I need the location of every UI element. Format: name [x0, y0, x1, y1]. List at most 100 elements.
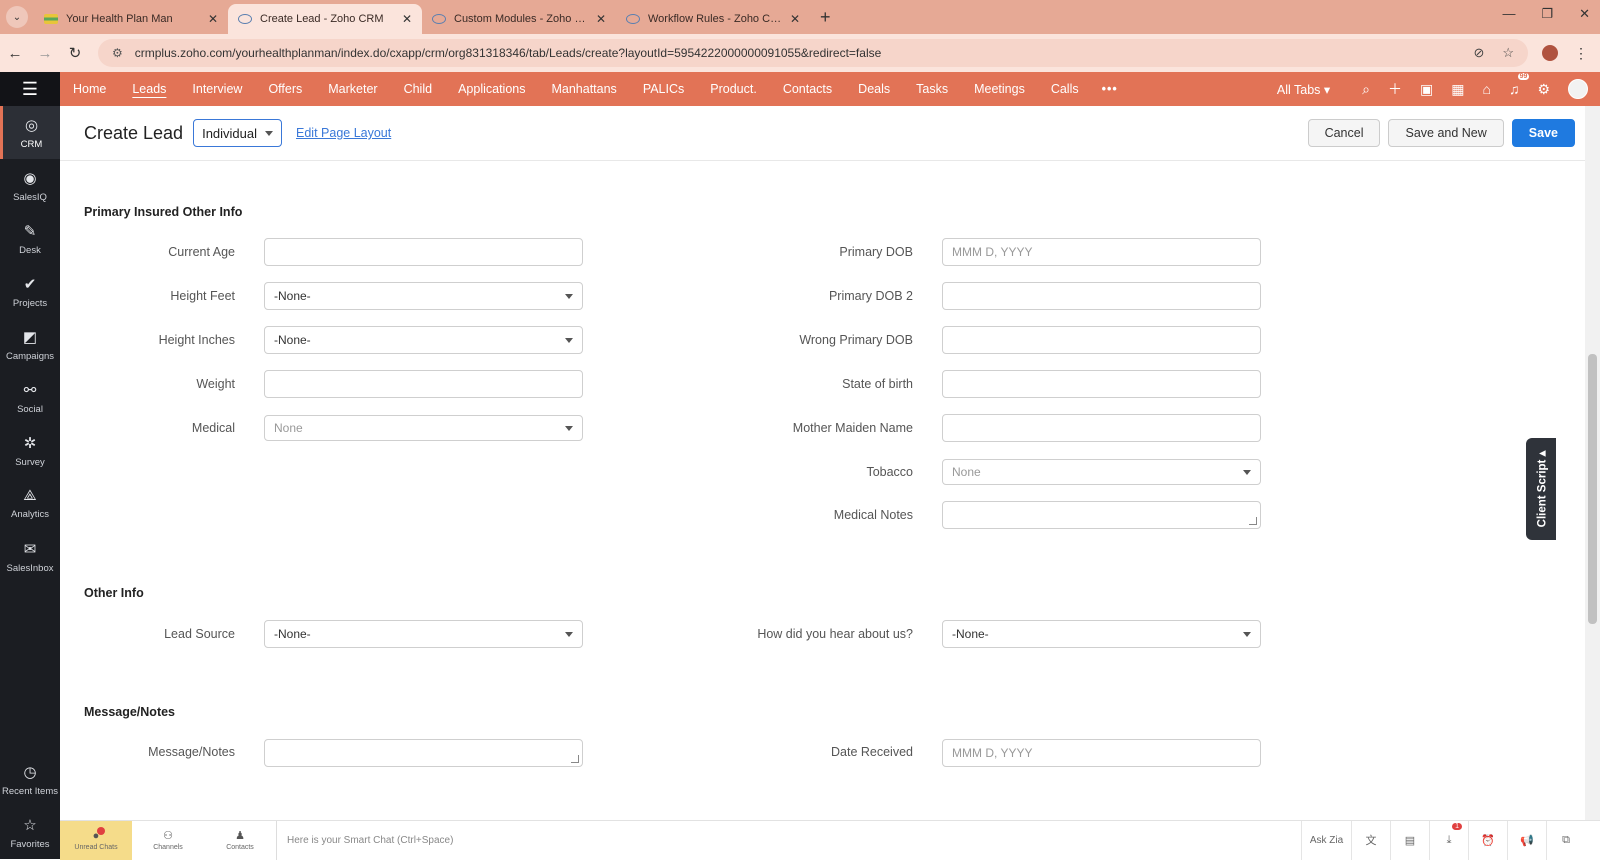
browser-tab-4[interactable]: Workflow Rules - Zoho CRM ✕	[616, 4, 810, 34]
save-and-new-button[interactable]: Save and New	[1388, 119, 1504, 147]
marketplace-icon[interactable]: ⌂	[1482, 81, 1490, 97]
browser-tab-3[interactable]: Custom Modules - Zoho CRM ✕	[422, 4, 616, 34]
minimize-icon[interactable]: —	[1502, 6, 1515, 22]
download-icon[interactable]: ⤓ 1	[1429, 820, 1468, 860]
rail-item-projects[interactable]: ✔ Projects	[0, 265, 60, 318]
rail-item-favorites[interactable]: ☆ Favorites	[0, 806, 60, 859]
calendar-icon[interactable]: ▦	[1451, 81, 1464, 98]
eye-off-icon[interactable]: ⊘	[1473, 45, 1484, 61]
rail-item-survey[interactable]: ✲ Survey	[0, 424, 60, 477]
site-info-icon[interactable]: ⚙	[112, 46, 123, 60]
tab-leads[interactable]: Leads	[119, 72, 179, 106]
tab-marketer[interactable]: Marketer	[315, 72, 390, 106]
hear-about-us-select[interactable]: -None-	[942, 620, 1261, 648]
announcement-icon[interactable]: 📢	[1507, 820, 1546, 860]
resize-handle-icon[interactable]	[571, 755, 579, 763]
tab-tasks[interactable]: Tasks	[903, 72, 961, 106]
height-inches-select[interactable]: -None-	[264, 326, 583, 354]
primary-dob-2-input[interactable]	[942, 282, 1261, 310]
browser-tab-1[interactable]: Your Health Plan Man ✕	[34, 4, 228, 34]
tobacco-multiselect[interactable]: None	[942, 459, 1261, 485]
tab-palics[interactable]: PALICs	[630, 72, 697, 106]
edit-page-layout-link[interactable]: Edit Page Layout	[296, 126, 391, 140]
new-tab-icon[interactable]: +	[820, 7, 831, 28]
ask-zia-button[interactable]: Ask Zia	[1301, 820, 1351, 860]
bookmark-star-icon[interactable]: ☆	[1502, 45, 1514, 61]
tab-home[interactable]: Home	[60, 72, 119, 106]
rail-item-campaigns[interactable]: ◩ Campaigns	[0, 318, 60, 371]
medical-multiselect[interactable]: None	[264, 415, 583, 441]
user-avatar[interactable]	[1568, 79, 1588, 99]
survey-icon: ✲	[23, 434, 37, 452]
expand-icon[interactable]: ⧉	[1546, 820, 1585, 860]
wrong-primary-dob-input[interactable]	[942, 326, 1261, 354]
state-of-birth-input[interactable]	[942, 370, 1261, 398]
close-tab-icon[interactable]: ✕	[402, 12, 412, 26]
tab-search-dropdown-icon[interactable]: ⌄	[6, 6, 28, 28]
search-icon[interactable]: ⌕	[1362, 81, 1370, 98]
field-label: Primary DOB	[839, 245, 913, 259]
forward-icon[interactable]: →	[30, 45, 60, 62]
more-tabs-icon[interactable]: •••	[1092, 82, 1128, 96]
bell-icon[interactable]: ♫ 99	[1509, 73, 1530, 97]
hamburger-menu-icon[interactable]: ☰	[0, 72, 60, 106]
lead-source-select[interactable]: -None-	[264, 620, 583, 648]
weight-input[interactable]	[264, 370, 583, 398]
rail-item-desk[interactable]: ✎ Desk	[0, 212, 60, 265]
close-window-icon[interactable]: ✕	[1579, 6, 1590, 22]
scrollbar-thumb[interactable]	[1588, 354, 1597, 624]
close-tab-icon[interactable]: ✕	[596, 12, 606, 26]
reload-icon[interactable]: ↻	[60, 44, 90, 62]
close-tab-icon[interactable]: ✕	[208, 12, 218, 26]
unread-chats-button[interactable]: ● Unread Chats	[60, 820, 132, 860]
client-script-panel-toggle[interactable]: Client Script ▴	[1526, 438, 1556, 540]
all-tabs-dropdown[interactable]: All Tabs ▾	[1277, 82, 1330, 97]
alarm-icon[interactable]: ⏰	[1468, 820, 1507, 860]
mother-maiden-name-input[interactable]	[942, 414, 1261, 442]
tab-offers[interactable]: Offers	[255, 72, 315, 106]
tab-calls[interactable]: Calls	[1038, 72, 1092, 106]
vertical-scrollbar[interactable]	[1585, 106, 1600, 831]
back-icon[interactable]: ←	[0, 45, 30, 62]
activity-icon[interactable]: ▣	[1420, 81, 1433, 98]
rail-item-social[interactable]: ⚯ Social	[0, 371, 60, 424]
rail-item-crm[interactable]: ◎ CRM	[0, 106, 60, 159]
tab-interview[interactable]: Interview	[179, 72, 255, 106]
save-button[interactable]: Save	[1511, 119, 1575, 147]
channels-button[interactable]: ⚇ Channels	[132, 821, 204, 860]
message-notes-textarea[interactable]	[264, 739, 583, 767]
medical-notes-textarea[interactable]	[942, 501, 1261, 529]
resize-handle-icon[interactable]	[1249, 517, 1257, 525]
rail-item-analytics[interactable]: ⟁ Analytics	[0, 477, 60, 530]
restore-icon[interactable]: ❐	[1541, 6, 1553, 22]
contacts-button[interactable]: ♟ Contacts	[204, 821, 276, 860]
tab-manhattans[interactable]: Manhattans	[538, 72, 629, 106]
gear-icon[interactable]: ⚙	[1537, 81, 1550, 98]
current-age-input[interactable]	[264, 238, 583, 266]
smart-chat-input[interactable]: Here is your Smart Chat (Ctrl+Space)	[276, 820, 1301, 860]
tab-contacts[interactable]: Contacts	[770, 72, 845, 106]
tab-child[interactable]: Child	[391, 72, 446, 106]
rail-item-salesinbox[interactable]: ✉ SalesInbox	[0, 530, 60, 583]
translate-icon[interactable]: 文	[1351, 820, 1390, 860]
browser-tab-2[interactable]: Create Lead - Zoho CRM ✕	[228, 4, 422, 34]
tab-applications[interactable]: Applications	[445, 72, 538, 106]
document-icon[interactable]: ▤	[1390, 820, 1429, 860]
cancel-button[interactable]: Cancel	[1307, 119, 1381, 147]
browser-menu-icon[interactable]: ⋮	[1574, 45, 1588, 62]
close-tab-icon[interactable]: ✕	[790, 12, 800, 26]
date-received-input[interactable]: MMM D, YYYY	[942, 739, 1261, 767]
tab-product[interactable]: Product.	[697, 72, 770, 106]
tab-deals[interactable]: Deals	[845, 72, 903, 106]
height-feet-select[interactable]: -None-	[264, 282, 583, 310]
tab-meetings[interactable]: Meetings	[961, 72, 1038, 106]
primary-dob-input[interactable]: MMM D, YYYY	[942, 238, 1261, 266]
url-input[interactable]: ⚙ crmplus.zoho.com/yourhealthplanman/ind…	[98, 39, 1528, 67]
add-icon[interactable]: ＋	[1388, 79, 1402, 99]
layout-select[interactable]: Individual	[193, 119, 283, 147]
profile-avatar-icon[interactable]	[1542, 44, 1558, 61]
field-label: Current Age	[168, 245, 235, 259]
rail-item-salesiq[interactable]: ◉ SalesIQ	[0, 159, 60, 212]
rail-item-recent[interactable]: ◷ Recent Items	[0, 753, 60, 806]
field-label: Wrong Primary DOB	[799, 333, 913, 347]
